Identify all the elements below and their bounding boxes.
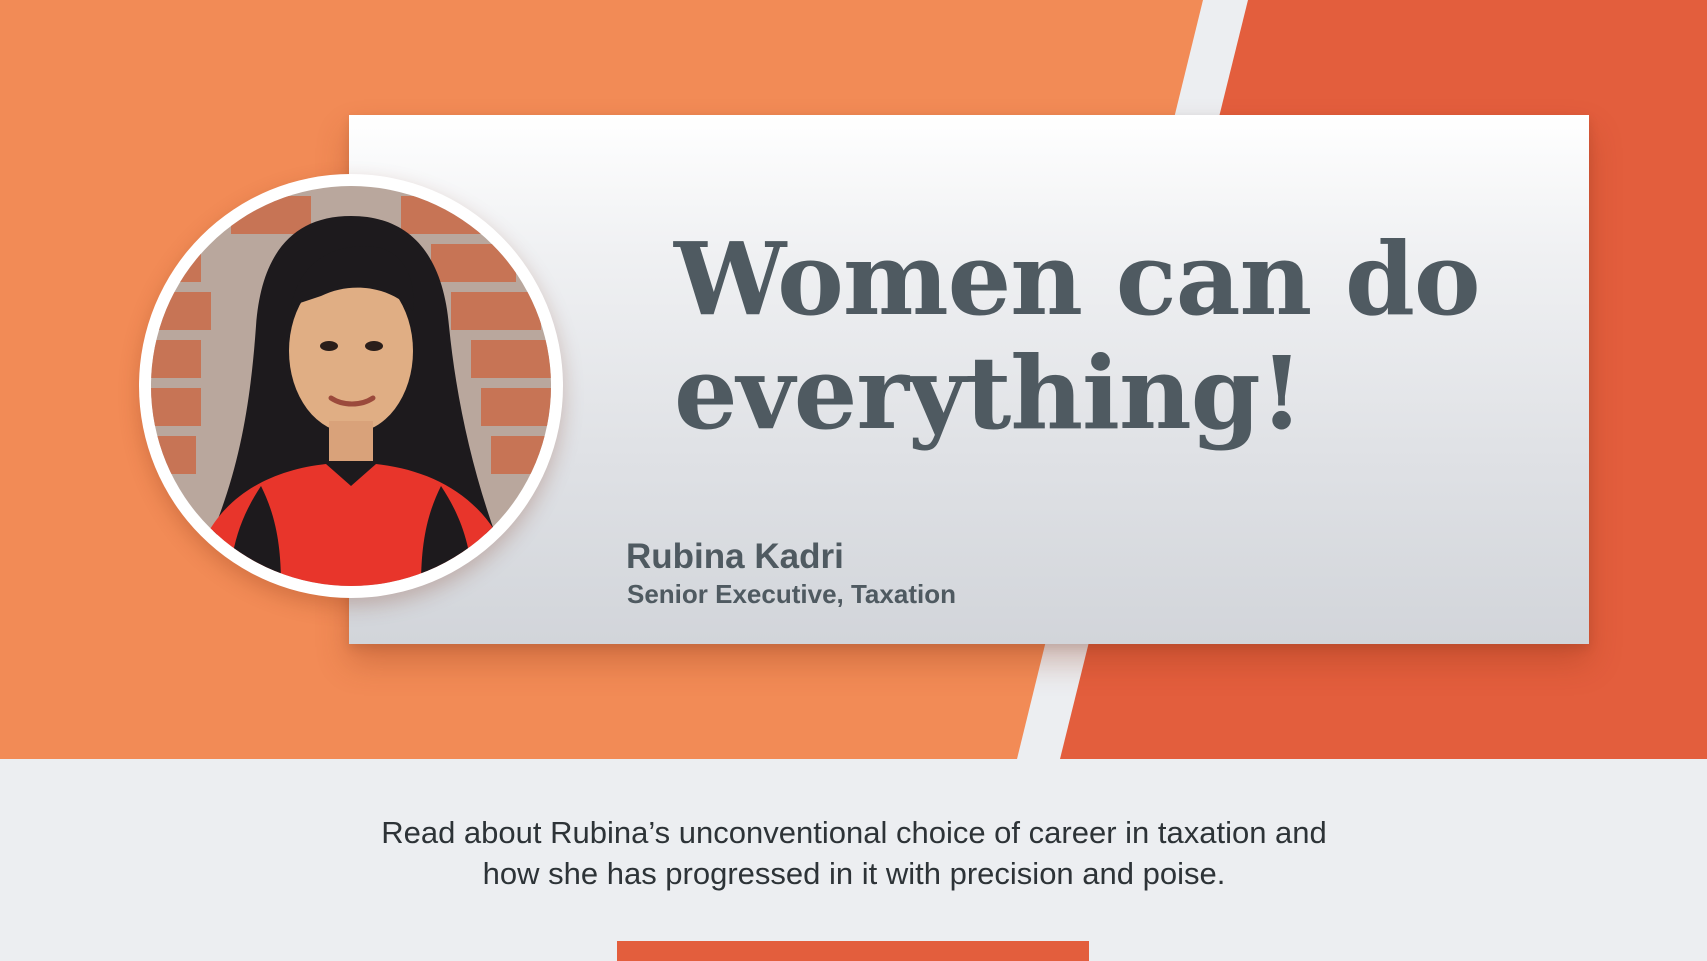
person-name: Rubina Kadri	[626, 537, 844, 576]
description-line-1: Read about Rubina’s unconventional choic…	[381, 815, 1327, 850]
hero-banner: Women can do everything! Rubina Kadri Se…	[0, 0, 1707, 759]
headline-line-1: Women can do	[674, 220, 1481, 338]
avatar	[139, 174, 563, 598]
cta-button[interactable]	[617, 941, 1089, 961]
description-line-2: how she has progressed in it with precis…	[482, 856, 1226, 891]
headline-line-2: everything!	[674, 334, 1304, 452]
person-role: Senior Executive, Taxation	[627, 579, 956, 609]
description-text: Read about Rubina’s unconventional choic…	[254, 812, 1454, 894]
portrait-photo-icon	[151, 186, 551, 586]
headline: Women can do everything!	[674, 222, 1554, 450]
